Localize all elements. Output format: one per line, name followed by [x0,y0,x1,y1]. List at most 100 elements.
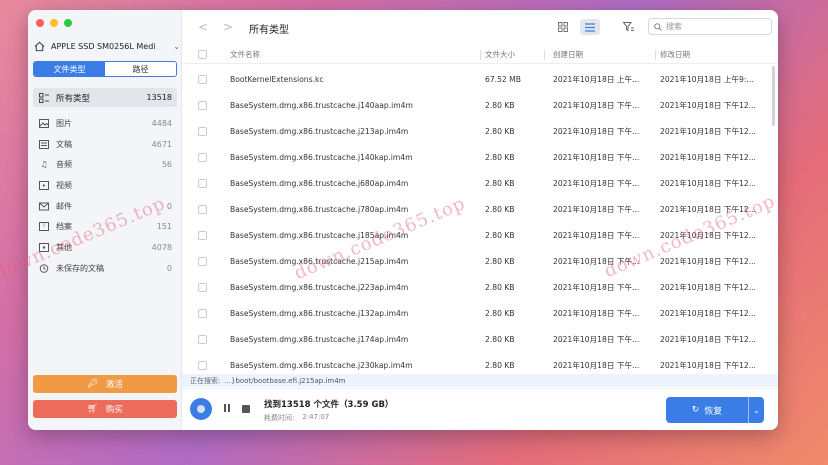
category-images[interactable]: 图片 4484 [28,113,182,134]
file-size: 2.80 KB [485,126,515,136]
file-name: BaseSystem.dmg.x86.trustcache.j174ap.im4… [230,334,409,344]
pause-button[interactable] [222,404,232,414]
created-date: 2021年10月18日 下午... [553,230,640,240]
row-checkbox[interactable] [198,170,210,196]
table-row[interactable]: BaseSystem.dmg.x86.trustcache.j223ap.im4… [182,274,778,300]
row-checkbox[interactable] [198,300,210,326]
column-header-modified[interactable]: 修改日期 [660,46,770,63]
row-checkbox[interactable] [198,248,210,274]
music-icon: ♫ [40,160,48,170]
created-date: 2021年10月18日 下午... [553,178,640,188]
category-documents[interactable]: 文稿 4671 [28,134,182,155]
file-name: BaseSystem.dmg.x86.trustcache.j132ap.im4… [230,308,409,318]
buy-label: 购买 [105,405,123,415]
table-row[interactable]: BaseSystem.dmg.x86.trustcache.j140aap.im… [182,92,778,118]
file-name: BaseSystem.dmg.x86.trustcache.j680ap.im4… [230,178,409,188]
table-row[interactable]: BaseSystem.dmg.x86.trustcache.j140kap.im… [182,144,778,170]
elapsed-label: 耗费时间: [264,414,295,422]
restore-main[interactable]: ↻ 恢复 [666,397,748,423]
category-mail[interactable]: 邮件 0 [28,196,182,217]
category-other[interactable]: 其他 4078 [28,237,182,258]
stop-button[interactable] [242,405,250,413]
drive-name: APPLE SSD SM0256L Medi [51,41,156,51]
search-field[interactable]: 搜索 [648,18,772,35]
file-size: 2.80 KB [485,308,515,318]
category-label: 档案 [56,222,72,232]
chevron-down-icon: ⌄ [173,41,180,51]
file-name: BaseSystem.dmg.x86.trustcache.j215ap.im4… [230,256,409,266]
other-icon [38,242,50,252]
restore-dropdown-chevron-icon[interactable]: ⌄ [748,397,764,423]
row-checkbox[interactable] [198,274,210,300]
category-unsaved-documents[interactable]: 未保存的文稿 0 [28,258,182,279]
document-icon [38,139,50,149]
row-checkbox[interactable] [198,196,210,222]
buy-button[interactable]: 🛒︎ 购买 [33,400,177,418]
category-label: 音频 [56,160,72,170]
key-icon: 🔑︎ [87,379,98,389]
category-audio[interactable]: ♫ 音频 56 [28,154,182,175]
row-checkbox[interactable] [198,222,210,248]
search-placeholder: 搜索 [666,22,682,31]
table-row[interactable]: BaseSystem.dmg.x86.trustcache.j174ap.im4… [182,326,778,352]
category-label: 其他 [56,242,72,252]
back-button[interactable]: < [198,20,208,34]
close-window-button[interactable] [36,19,44,27]
archive-icon [38,222,50,232]
file-name: BaseSystem.dmg.x86.trustcache.j140aap.im… [230,100,413,110]
elapsed-time: 耗费时间: 2:47:07 [264,413,329,423]
table-row[interactable]: BaseSystem.dmg.x86.trustcache.j780ap.im4… [182,196,778,222]
filter-icon [622,22,634,32]
file-size: 2.80 KB [485,204,515,214]
table-row[interactable]: BaseSystem.dmg.x86.trustcache.j185ap.im4… [182,222,778,248]
filter-button[interactable] [618,19,638,35]
file-name: BootKernelExtensions.kc [230,74,324,84]
category-label: 文稿 [56,139,72,149]
scan-progress-icon [190,398,212,420]
table-row[interactable]: BaseSystem.dmg.x86.trustcache.j213ap.im4… [182,118,778,144]
modified-date: 2021年10月18日 下午12... [660,178,756,188]
table-row[interactable]: BootKernelExtensions.kc 67.52 MB 2021年10月1… [182,66,778,92]
row-checkbox[interactable] [198,326,210,352]
toolbar: < > 所有类型 搜索 [182,10,778,44]
row-checkbox[interactable] [198,118,210,144]
select-all-checkbox[interactable] [198,46,210,63]
zoom-window-button[interactable] [64,19,72,27]
modified-date: 2021年10月18日 下午12... [660,230,756,240]
grid-icon [558,22,568,32]
modified-date: 2021年10月18日 上午9:... [660,74,754,84]
file-name: BaseSystem.dmg.x86.trustcache.j780ap.im4… [230,204,409,214]
column-divider [544,50,545,60]
table-row[interactable]: BaseSystem.dmg.x86.trustcache.j215ap.im4… [182,248,778,274]
restore-button[interactable]: ↻ 恢复 ⌄ [666,397,764,423]
category-all-types[interactable]: 所有类型 13518 [33,88,177,107]
column-divider [655,50,656,60]
forward-button[interactable]: > [223,20,233,34]
search-current-path: ...}boot/bootbase.efi.j215ap.im4m [224,376,346,385]
drive-selector[interactable]: APPLE SSD SM0256L Medi ⌄ [34,39,180,53]
column-header-name[interactable]: 文件名称 [230,46,480,63]
column-header-size[interactable]: 文件大小 [485,46,540,63]
row-checkbox[interactable] [198,92,210,118]
tab-path[interactable]: 路径 [105,62,176,76]
category-video[interactable]: 视频 [28,175,182,196]
created-date: 2021年10月18日 下午... [553,334,640,344]
row-checkbox[interactable] [198,144,210,170]
column-header-created[interactable]: 创建日期 [553,46,653,63]
created-date: 2021年10月18日 下午... [553,204,640,214]
table-row[interactable]: BaseSystem.dmg.x86.trustcache.j680ap.im4… [182,170,778,196]
file-size: 2.80 KB [485,282,515,292]
grid-view-button[interactable] [553,19,573,35]
tab-file-type[interactable]: 文件类型 [34,62,105,76]
modified-date: 2021年10月18日 下午12... [660,152,756,162]
category-archive[interactable]: 档案 151 [28,216,182,237]
list-view-button[interactable] [580,19,600,35]
row-checkbox[interactable] [198,66,210,92]
activate-button[interactable]: 🔑︎ 激活 [33,375,177,393]
table-row[interactable]: BaseSystem.dmg.x86.trustcache.j132ap.im4… [182,300,778,326]
file-name: BaseSystem.dmg.x86.trustcache.j140kap.im… [230,152,413,162]
sidebar: APPLE SSD SM0256L Medi ⌄ 文件类型 路径 所有类型 13… [28,10,182,430]
minimize-window-button[interactable] [50,19,58,27]
scrollbar[interactable] [771,66,776,376]
view-mode-segmented-control: 文件类型 路径 [33,61,177,77]
